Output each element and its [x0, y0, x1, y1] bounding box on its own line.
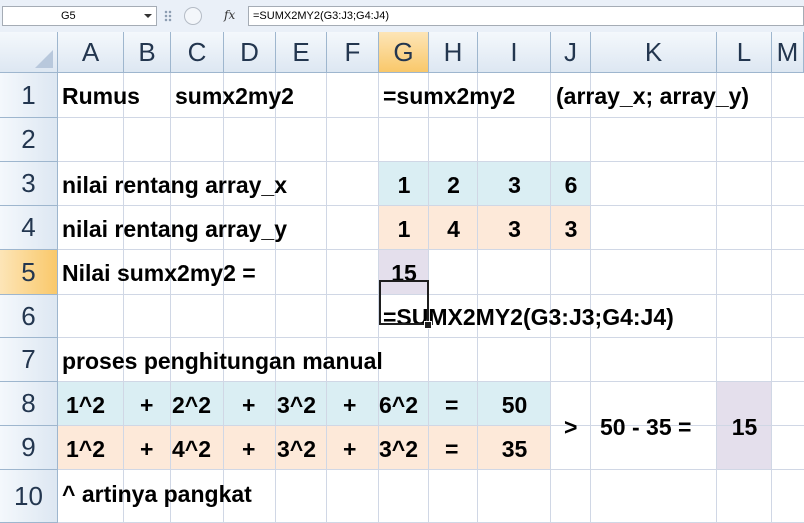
column-header-c[interactable]: C — [171, 32, 224, 73]
gridline — [170, 73, 171, 523]
insert-function-icon[interactable]: fx — [224, 8, 235, 22]
row9-plus-2[interactable]: + — [242, 438, 255, 461]
row9-equals[interactable]: = — [445, 438, 458, 461]
gridline — [58, 337, 804, 338]
row9-term-4[interactable]: 3^2 — [379, 438, 418, 461]
cell-a1[interactable]: Rumus — [62, 85, 140, 108]
gridline — [58, 117, 804, 118]
column-header-k[interactable]: K — [591, 32, 717, 73]
expand-circle-button[interactable] — [184, 7, 202, 25]
column-header-l[interactable]: L — [717, 32, 772, 73]
row-header-5[interactable]: 5 — [0, 250, 58, 295]
gridline — [326, 73, 327, 523]
cell-h3[interactable]: 2 — [429, 174, 478, 197]
cell-l8-result[interactable]: 15 — [717, 416, 772, 439]
row9-plus-3[interactable]: + — [343, 438, 356, 461]
row-header-9[interactable]: 9 — [0, 426, 58, 470]
row9-plus-1[interactable]: + — [140, 438, 153, 461]
formula-input[interactable]: =SUMX2MY2(G3:J3;G4:J4) — [248, 6, 804, 26]
cell-a5[interactable]: Nilai sumx2my2 = — [62, 262, 256, 285]
cell-j1[interactable]: (array_x; array_y) — [556, 85, 749, 108]
name-box-value: G5 — [61, 10, 76, 22]
formula-bar: G5 fx =SUMX2MY2(G3:J3;G4:J4) — [0, 0, 804, 33]
row-header-4[interactable]: 4 — [0, 206, 58, 250]
gridline — [58, 381, 804, 382]
cell-g3[interactable]: 1 — [379, 174, 429, 197]
row8-term-1[interactable]: 1^2 — [66, 394, 105, 417]
cell-g1[interactable]: =sumx2my2 — [383, 85, 515, 108]
gridline — [275, 73, 276, 523]
row8-plus-2[interactable]: + — [242, 394, 255, 417]
row8-sum[interactable]: 50 — [478, 394, 551, 417]
row8-plus-3[interactable]: + — [343, 394, 356, 417]
cell-a10[interactable]: ^ artinya pangkat — [62, 483, 252, 506]
column-header-i[interactable]: I — [478, 32, 551, 73]
cell-g4[interactable]: 1 — [379, 218, 429, 241]
row-header-2[interactable]: 2 — [0, 118, 58, 162]
fill-handle[interactable] — [424, 321, 432, 329]
column-header-j[interactable]: J — [551, 32, 591, 73]
column-header-g[interactable]: G — [379, 32, 429, 73]
formula-text: =SUMX2MY2(G3:J3;G4:J4) — [253, 10, 390, 22]
cell-j3[interactable]: 6 — [551, 174, 591, 197]
grip-dots-icon[interactable] — [164, 10, 172, 22]
gridline — [58, 249, 804, 250]
gridline — [58, 425, 804, 426]
select-all-corner[interactable] — [0, 32, 58, 73]
row9-term-1[interactable]: 1^2 — [66, 438, 105, 461]
formula-controls: fx — [160, 6, 246, 26]
cell-a7[interactable]: proses penghitungan manual — [62, 350, 383, 373]
row8-term-4[interactable]: 6^2 — [379, 394, 418, 417]
select-all-icon[interactable] — [35, 50, 53, 68]
row8-equals[interactable]: = — [445, 394, 458, 417]
row8-term-3[interactable]: 3^2 — [277, 394, 316, 417]
cell-h4[interactable]: 4 — [429, 218, 478, 241]
name-box[interactable]: G5 — [2, 6, 157, 26]
gridline — [58, 161, 804, 162]
cell-j4[interactable]: 3 — [551, 218, 591, 241]
cell-i4[interactable]: 3 — [478, 218, 551, 241]
chevron-down-icon[interactable] — [144, 14, 152, 18]
active-cell-border — [379, 280, 429, 325]
column-header-f[interactable]: F — [327, 32, 379, 73]
cell-j8-greater[interactable]: > — [564, 416, 577, 439]
gridline — [716, 73, 717, 523]
cell-i3[interactable]: 3 — [478, 174, 551, 197]
row9-sum[interactable]: 35 — [478, 438, 551, 461]
gridline — [590, 73, 591, 523]
cell-c1[interactable]: sumx2my2 — [175, 85, 294, 108]
column-header-e[interactable]: E — [276, 32, 327, 73]
row8-term-2[interactable]: 2^2 — [172, 394, 211, 417]
gridline — [771, 73, 772, 523]
column-header-a[interactable]: A — [58, 32, 124, 73]
column-header-b[interactable]: B — [124, 32, 171, 73]
row8-plus-1[interactable]: + — [140, 394, 153, 417]
row-header-3[interactable]: 3 — [0, 162, 58, 206]
row9-term-3[interactable]: 3^2 — [277, 438, 316, 461]
row-header-7[interactable]: 7 — [0, 338, 58, 382]
row-header-8[interactable]: 8 — [0, 382, 58, 426]
cell-k8-difference[interactable]: 50 - 35 = — [600, 416, 691, 439]
cell-a3[interactable]: nilai rentang array_x — [62, 174, 287, 197]
column-header-d[interactable]: D — [224, 32, 276, 73]
worksheet-grid[interactable]: A B C D E F G H I J K L M 1 2 3 4 5 6 7 … — [0, 32, 804, 523]
row9-term-2[interactable]: 4^2 — [172, 438, 211, 461]
gridline — [58, 205, 804, 206]
column-header-m[interactable]: M — [772, 32, 804, 73]
gridline — [123, 73, 124, 523]
row-header-1[interactable]: 1 — [0, 73, 58, 118]
row-header-6[interactable]: 6 — [0, 295, 58, 338]
column-header-h[interactable]: H — [429, 32, 478, 73]
cell-a4[interactable]: nilai rentang array_y — [62, 218, 287, 241]
row-header-10[interactable]: 10 — [0, 470, 58, 523]
gridline — [223, 73, 224, 523]
gridline — [58, 294, 804, 295]
gridline — [58, 469, 804, 470]
